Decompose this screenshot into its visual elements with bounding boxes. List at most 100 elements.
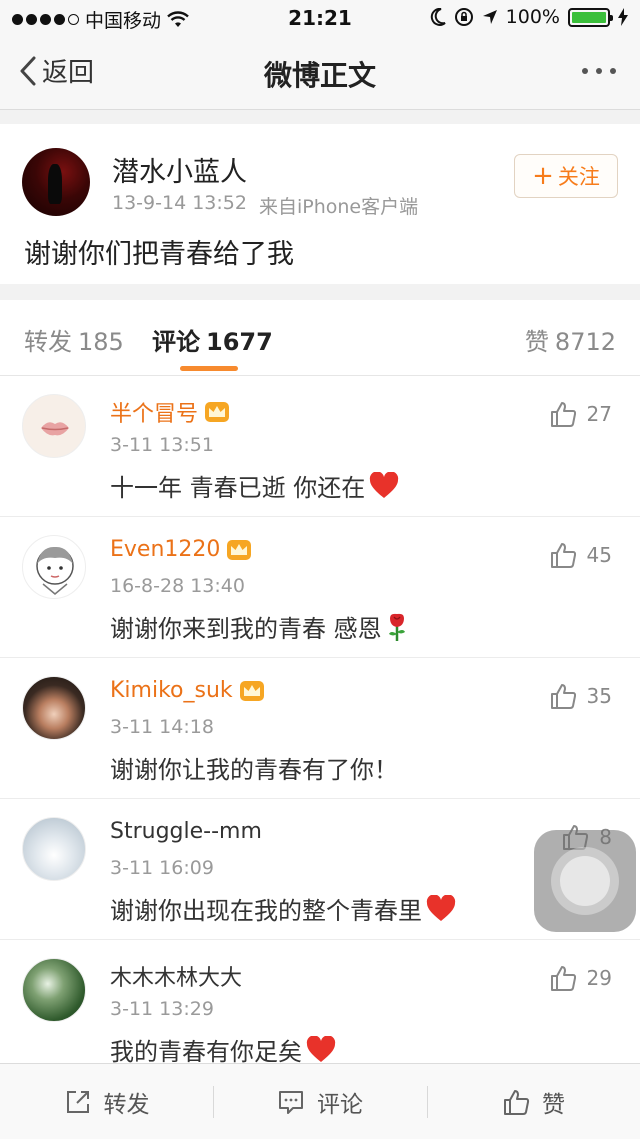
comment-author[interactable]: Kimiko_suk bbox=[110, 678, 265, 703]
battery-label: 100% bbox=[505, 6, 560, 28]
comment-like-button[interactable]: 35 bbox=[549, 682, 612, 710]
post-card: 潜水小蓝人 13-9-14 13:52 来自iPhone客户端 + 关注 谢谢你… bbox=[0, 124, 640, 284]
cartoon-girl-icon bbox=[36, 546, 74, 595]
more-button[interactable] bbox=[582, 68, 616, 74]
comment-like-count: 29 bbox=[586, 966, 612, 990]
comment-item: Even1220 16-8-28 13:40 谢谢你来到我的青春 感恩 45 bbox=[0, 517, 640, 658]
comment-like-count: 45 bbox=[586, 543, 612, 567]
comment-item: 木木木林大大 3-11 13:29 我的青春有你足矣 29 bbox=[0, 940, 640, 1063]
comment-text: 谢谢你让我的青春有了你！ bbox=[110, 750, 398, 785]
post-text: 谢谢你们把青春给了我 bbox=[24, 239, 294, 270]
comment-time: 3-11 13:51 bbox=[110, 434, 214, 456]
thumb-up-icon bbox=[550, 402, 576, 427]
comment-like-count: 27 bbox=[586, 402, 612, 426]
comment-like-button[interactable]: 27 bbox=[549, 400, 612, 428]
assistive-touch-core bbox=[560, 856, 610, 906]
comment-time: 3-11 14:18 bbox=[110, 716, 214, 738]
comment-author[interactable]: 木木木林大大 bbox=[110, 960, 242, 992]
comment-like-button[interactable]: 29 bbox=[549, 964, 612, 992]
rose-icon bbox=[388, 613, 405, 641]
comment-author-name: Struggle--mm bbox=[110, 819, 262, 844]
tab-comment[interactable]: 评论 1677 bbox=[152, 322, 273, 357]
battery-icon bbox=[568, 7, 613, 27]
active-tab-indicator bbox=[180, 366, 238, 371]
follow-label: 关注 bbox=[557, 165, 600, 189]
comment-time: 16-8-28 13:40 bbox=[110, 575, 245, 597]
comment-like-count: 35 bbox=[586, 684, 612, 708]
comment-avatar[interactable] bbox=[22, 817, 86, 881]
page-title: 微博正文 bbox=[263, 59, 376, 92]
status-bar: 中国移动 21:21 100% bbox=[0, 0, 640, 36]
assistive-touch-button[interactable] bbox=[534, 830, 636, 932]
repost-label: 转发 bbox=[103, 1092, 150, 1118]
comment-avatar[interactable] bbox=[22, 535, 86, 599]
comment-author[interactable]: Even1220 bbox=[110, 537, 252, 562]
comment-author-name: Even1220 bbox=[110, 537, 221, 562]
comment-author-name: 半个冒号 bbox=[110, 402, 199, 427]
comment-list: 半个冒号 3-11 13:51 十一年 青春已逝 你还在 27 Even1220… bbox=[0, 376, 640, 1063]
repost-button[interactable]: 转发 bbox=[0, 1064, 213, 1139]
tab-comment-count: 1677 bbox=[206, 328, 273, 356]
post-meta: 13-9-14 13:52 来自iPhone客户端 bbox=[112, 192, 418, 219]
post-author-name[interactable]: 潜水小蓝人 bbox=[112, 150, 247, 189]
comment-text-body: 谢谢你来到我的青春 感恩 bbox=[110, 615, 382, 643]
comment-text-body: 谢谢你让我的青春有了你！ bbox=[110, 756, 398, 784]
comment-text: 我的青春有你足矣 bbox=[110, 1032, 336, 1063]
vip-crown-icon bbox=[227, 539, 252, 560]
post-tabs: 转发 185 评论 1677 赞 8712 bbox=[0, 300, 640, 376]
post-source: 来自iPhone客户端 bbox=[258, 196, 419, 218]
comment-text-body: 我的青春有你足矣 bbox=[110, 1038, 302, 1063]
tab-like-count: 8712 bbox=[554, 328, 616, 356]
location-icon bbox=[482, 10, 497, 24]
comment-avatar[interactable] bbox=[22, 394, 86, 458]
comment-icon bbox=[279, 1091, 303, 1114]
post-author-avatar[interactable] bbox=[22, 148, 90, 216]
like-label: 赞 bbox=[542, 1092, 565, 1118]
status-right: 100% bbox=[430, 6, 628, 28]
comment-author-name: 木木木林大大 bbox=[110, 966, 243, 991]
comment-author[interactable]: 半个冒号 bbox=[110, 396, 230, 428]
comment-label: 评论 bbox=[317, 1092, 363, 1118]
vip-crown-icon bbox=[239, 680, 264, 701]
heart-icon bbox=[306, 1036, 336, 1062]
comment-time: 3-11 16:09 bbox=[110, 857, 214, 879]
thumb-up-icon bbox=[550, 684, 576, 709]
comment-text: 谢谢你来到我的青春 感恩 bbox=[110, 609, 408, 644]
comment-button[interactable]: 评论 bbox=[213, 1064, 427, 1139]
tab-like[interactable]: 赞 8712 bbox=[525, 322, 616, 357]
like-button[interactable]: 赞 bbox=[427, 1064, 640, 1139]
tab-repost-count: 185 bbox=[78, 328, 124, 356]
lips-icon bbox=[41, 422, 69, 436]
rotation-lock-icon bbox=[454, 8, 473, 26]
thumb-up-icon bbox=[504, 1090, 530, 1115]
share-icon bbox=[66, 1091, 89, 1113]
vip-crown-icon bbox=[205, 402, 230, 422]
bottom-toolbar: 转发 评论 赞 bbox=[0, 1063, 640, 1139]
heart-icon bbox=[426, 895, 456, 921]
comment-item: 半个冒号 3-11 13:51 十一年 青春已逝 你还在 27 bbox=[0, 376, 640, 517]
post-date: 13-9-14 13:52 bbox=[112, 192, 247, 214]
comment-text: 谢谢你出现在我的整个青春里 bbox=[110, 891, 456, 926]
tab-repost[interactable]: 转发 185 bbox=[24, 322, 124, 357]
follow-button[interactable]: + 关注 bbox=[514, 154, 618, 198]
comment-text: 十一年 青春已逝 你还在 bbox=[110, 468, 399, 503]
comment-avatar[interactable] bbox=[22, 958, 86, 1022]
more-dot bbox=[596, 68, 602, 74]
comment-avatar[interactable] bbox=[22, 676, 86, 740]
nav-bar: 返回 微博正文 bbox=[0, 36, 640, 110]
comment-item: Kimiko_suk 3-11 14:18 谢谢你让我的青春有了你！ 35 bbox=[0, 658, 640, 799]
moon-icon bbox=[430, 8, 446, 26]
comment-author-name: Kimiko_suk bbox=[110, 678, 233, 703]
more-dot bbox=[610, 68, 616, 74]
comment-text-body: 十一年 青春已逝 你还在 bbox=[110, 474, 366, 502]
comment-like-button[interactable]: 45 bbox=[549, 541, 612, 569]
more-dot bbox=[582, 68, 588, 74]
tab-repost-label: 转发 bbox=[24, 328, 72, 356]
tab-comment-label: 评论 bbox=[152, 328, 200, 356]
tab-like-label: 赞 bbox=[524, 328, 549, 356]
comment-author[interactable]: Struggle--mm bbox=[110, 819, 262, 844]
thumb-up-icon bbox=[550, 543, 576, 568]
charging-icon bbox=[618, 8, 628, 26]
top-bar: 中国移动 21:21 100% 返回 微博正文 bbox=[0, 0, 640, 110]
heart-icon bbox=[370, 472, 399, 498]
